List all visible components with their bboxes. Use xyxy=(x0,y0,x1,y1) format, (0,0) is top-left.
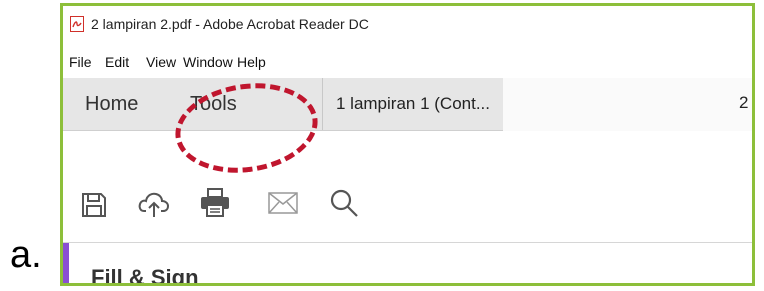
cloud-upload-icon[interactable] xyxy=(137,189,171,224)
menu-window[interactable]: Window xyxy=(183,54,233,70)
menu-file[interactable]: File xyxy=(69,54,92,70)
document-tab-active[interactable]: 2 xyxy=(503,78,752,131)
tab-home[interactable]: Home xyxy=(85,78,138,130)
list-marker: a. xyxy=(10,234,42,276)
tab-bar: Home Tools 1 lampiran 1 (Cont... 2 xyxy=(63,78,752,131)
toolbar xyxy=(63,131,752,243)
panel-accent-bar xyxy=(63,243,69,283)
panel-title[interactable]: Fill & Sign xyxy=(91,265,199,283)
screenshot-frame: 2 lampiran 2.pdf - Adobe Acrobat Reader … xyxy=(60,3,755,286)
menu-view[interactable]: View xyxy=(146,54,176,70)
print-icon[interactable] xyxy=(199,187,231,224)
acrobat-pdf-icon xyxy=(70,16,84,32)
title-bar: 2 lampiran 2.pdf - Adobe Acrobat Reader … xyxy=(63,6,752,42)
document-tab-label: 2 xyxy=(739,93,749,112)
menu-help[interactable]: Help xyxy=(237,54,266,70)
document-tab[interactable]: 1 lampiran 1 (Cont... xyxy=(322,78,504,130)
window-title: 2 lampiran 2.pdf - Adobe Acrobat Reader … xyxy=(91,16,369,32)
menu-bar: File Edit View Window Help xyxy=(63,42,752,78)
menu-edit[interactable]: Edit xyxy=(105,54,129,70)
fill-sign-panel: Fill & Sign xyxy=(63,243,752,283)
save-icon[interactable] xyxy=(80,191,108,224)
email-icon[interactable] xyxy=(268,192,298,219)
search-icon[interactable] xyxy=(329,188,359,223)
